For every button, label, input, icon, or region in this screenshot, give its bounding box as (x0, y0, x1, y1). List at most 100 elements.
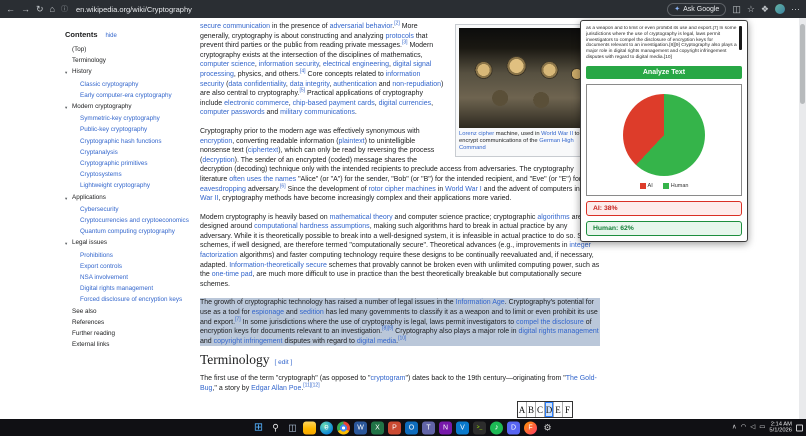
contents-hide-link[interactable]: hide (106, 33, 117, 39)
sidebar-item[interactable]: Lightweight cryptography (65, 182, 191, 190)
favorites-star-icon[interactable]: ☆ (747, 4, 755, 14)
article-link[interactable]: digital rights management (519, 328, 599, 335)
reference-link[interactable]: [4] (300, 69, 306, 75)
sidebar-item[interactable]: ▾ Legal issues (65, 239, 191, 248)
article-link[interactable]: protocols (385, 33, 413, 40)
article-link[interactable]: integer factorization (200, 242, 591, 259)
taskbar-icon-terminal[interactable]: >_ (473, 421, 486, 434)
address-url[interactable]: en.wikipedia.org/wiki/Cryptography (76, 5, 192, 14)
page-scrollbar[interactable] (799, 18, 806, 419)
article-link[interactable]: digital currencies (379, 100, 432, 107)
taskbar-icon-discord[interactable]: D (507, 421, 520, 434)
taskbar-icon-outlook[interactable]: O (405, 421, 418, 434)
taskbar-icon-task-view[interactable]: ◫ (286, 421, 299, 434)
expand-arrow-icon[interactable]: ▾ (65, 68, 72, 77)
reference-link[interactable]: [3] (402, 40, 408, 46)
sidebar-item[interactable]: Cryptographic primitives (65, 160, 191, 168)
sidebar-item[interactable]: (Top) (65, 46, 191, 54)
article-link[interactable]: often uses the names (229, 176, 296, 183)
sidebar-item[interactable]: ▾ Modern cryptography (65, 103, 191, 112)
article-link[interactable]: information security (259, 61, 319, 68)
wifi-icon[interactable]: ◠ (741, 424, 747, 431)
sidebar-item[interactable]: ▾ Applications (65, 194, 191, 203)
lorenz-machine-image[interactable] (459, 28, 596, 128)
expand-arrow-icon[interactable] (65, 206, 72, 214)
taskbar-icon-file-explorer[interactable] (303, 421, 316, 434)
split-screen-icon[interactable]: ◫ (732, 4, 741, 14)
expand-arrow-icon[interactable] (65, 285, 72, 293)
article-link[interactable]: one-time pad (212, 271, 253, 278)
expand-arrow-icon[interactable] (65, 182, 72, 190)
expand-arrow-icon[interactable] (65, 92, 72, 100)
character-cell[interactable]: D (545, 402, 554, 417)
taskbar-icon-edge[interactable]: e (320, 421, 333, 434)
extensions-icon[interactable]: ❖ (761, 4, 769, 14)
taskbar-icon-settings[interactable]: ⚙ (541, 421, 554, 434)
sidebar-item[interactable]: External links (65, 341, 191, 349)
article-link[interactable]: authentication (333, 81, 377, 88)
article-link[interactable]: decryption (202, 157, 234, 164)
article-link[interactable]: non-repudiation (392, 81, 441, 88)
sidebar-item[interactable]: Symmetric-key cryptography (65, 115, 191, 123)
expand-arrow-icon[interactable] (65, 57, 72, 65)
sidebar-item[interactable]: Cryptosystems (65, 171, 191, 179)
article-link[interactable]: algorithms (537, 214, 569, 221)
character-cell[interactable]: B (527, 402, 536, 417)
expand-arrow-icon[interactable] (65, 319, 72, 327)
scrollbar-thumb[interactable] (800, 24, 805, 104)
notifications-icon[interactable] (796, 424, 803, 431)
edit-link[interactable]: [ edit ] (275, 358, 293, 368)
article-link[interactable]: computer science (200, 61, 255, 68)
sidebar-item[interactable]: NSA involvement (65, 274, 191, 282)
article-link[interactable]: electronic commerce (224, 100, 289, 107)
expand-arrow-icon[interactable] (65, 81, 72, 89)
taskbar-icon-start[interactable]: ⊞ (252, 421, 265, 434)
article-link[interactable]: computational hardness assumptions (254, 223, 370, 230)
forward-icon[interactable]: → (21, 4, 30, 14)
article-link[interactable]: cryptogram (370, 375, 405, 382)
sidebar-item[interactable]: Terminology (65, 57, 191, 65)
taskbar-icon-teams[interactable]: T (422, 421, 435, 434)
battery-icon[interactable]: ▭ (759, 424, 765, 431)
sidebar-item[interactable]: Prohibitions (65, 252, 191, 260)
taskbar-icon-word[interactable]: W (354, 421, 367, 434)
panel-scrollbar[interactable] (739, 26, 742, 50)
reference-link[interactable]: [9] (388, 326, 394, 332)
article-link[interactable]: data integrity (290, 81, 330, 88)
expand-arrow-icon[interactable]: ▾ (65, 103, 72, 112)
sidebar-item[interactable]: Cryptographic hash functions (65, 138, 191, 146)
article-link[interactable]: compel the disclosure (516, 319, 584, 326)
article-link[interactable]: military communications (280, 109, 355, 116)
article-link[interactable]: rotor cipher machines (369, 186, 436, 193)
article-link[interactable]: Information-theoretically secure (229, 262, 327, 269)
ask-google-button[interactable]: ✦ Ask Google (667, 2, 727, 16)
expand-arrow-icon[interactable] (65, 263, 72, 271)
expand-arrow-icon[interactable] (65, 160, 72, 168)
expand-arrow-icon[interactable] (65, 274, 72, 282)
expand-arrow-icon[interactable]: ▾ (65, 194, 72, 203)
expand-arrow-icon[interactable]: ▾ (65, 239, 72, 248)
article-link[interactable]: encryption (200, 138, 232, 145)
profile-avatar[interactable] (775, 4, 785, 14)
article-link[interactable]: eavesdropping (200, 186, 246, 193)
volume-icon[interactable]: ◁ (750, 424, 755, 431)
article-link[interactable]: Edgar Allan Poe (251, 385, 301, 392)
article-thumbnail[interactable]: Lorenz cipher machine, used in World War… (455, 24, 600, 157)
article-link[interactable]: copyright infringement (214, 338, 283, 345)
character-cell[interactable]: F (563, 402, 572, 417)
article-link[interactable]: electrical engineering (323, 61, 389, 68)
site-info-icon[interactable]: ⓘ (61, 4, 68, 14)
expand-arrow-icon[interactable] (65, 341, 72, 349)
reference-link[interactable]: [6] (280, 183, 286, 189)
expand-arrow-icon[interactable] (65, 308, 72, 316)
sidebar-item[interactable]: Cryptanalysis (65, 149, 191, 157)
article-link[interactable]: World War I (445, 186, 482, 193)
expand-arrow-icon[interactable] (65, 217, 72, 225)
character-cell[interactable]: A (518, 402, 527, 417)
article-link[interactable]: World War II (541, 131, 573, 137)
expand-arrow-icon[interactable] (65, 149, 72, 157)
tray-chevron-icon[interactable]: ∧ (732, 424, 737, 431)
taskbar-icon-vscode[interactable]: V (456, 421, 469, 434)
expand-arrow-icon[interactable] (65, 46, 72, 54)
sidebar-item[interactable]: Further reading (65, 330, 191, 338)
